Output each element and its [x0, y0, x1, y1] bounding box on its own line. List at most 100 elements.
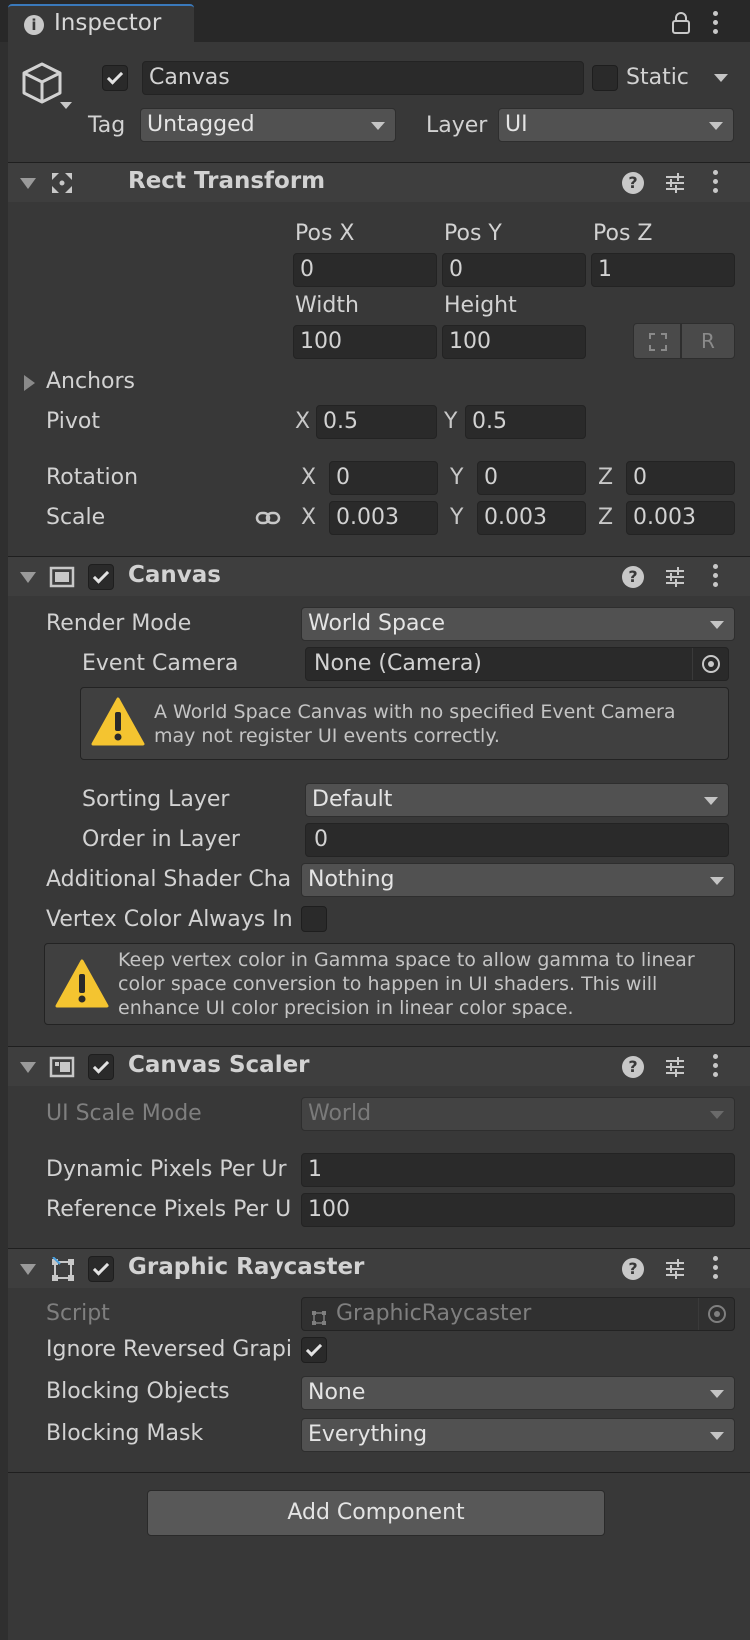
- posx-field[interactable]: 0: [293, 253, 437, 287]
- add-component-button[interactable]: Add Component: [147, 1490, 605, 1536]
- object-name-field[interactable]: Canvas: [142, 61, 584, 95]
- component-header-icons: ?: [622, 170, 732, 196]
- reference-pixels-field[interactable]: 100: [301, 1193, 735, 1227]
- pivot-x-field[interactable]: 0.5: [316, 405, 437, 439]
- canvas-scaler-enabled-toggle[interactable]: [88, 1054, 114, 1080]
- component-menu-icon[interactable]: [712, 1054, 718, 1080]
- presets-icon[interactable]: [664, 1056, 686, 1078]
- chevron-down-icon: [709, 122, 723, 130]
- warning-text-line2: may not register UI events correctly.: [154, 725, 500, 747]
- static-label: Static: [626, 65, 689, 90]
- canvas-title: Canvas: [128, 562, 221, 588]
- ignore-reversed-toggle[interactable]: [301, 1337, 327, 1363]
- chevron-down-icon: [710, 1432, 724, 1440]
- event-camera-field[interactable]: None (Camera): [305, 647, 729, 681]
- lock-icon[interactable]: [672, 12, 690, 34]
- graphic-raycaster-title: Graphic Raycaster: [128, 1254, 365, 1280]
- warning-text-line1: A World Space Canvas with no specified E…: [154, 701, 676, 723]
- warning-text-line2: color space conversion to happen in UI s…: [118, 973, 658, 995]
- gameobject-icon[interactable]: [20, 60, 76, 116]
- component-menu-icon[interactable]: [712, 170, 718, 196]
- scale-y-label: Y: [450, 505, 464, 530]
- inspector-tab[interactable]: i Inspector: [8, 4, 194, 42]
- height-label: Height: [444, 293, 517, 318]
- canvas-component-icon: [48, 566, 76, 588]
- graphic-raycaster-icon: [50, 1256, 76, 1283]
- canvas-scaler-icon: [48, 1056, 76, 1078]
- width-field[interactable]: 100: [293, 325, 437, 359]
- blocking-objects-label: Blocking Objects: [46, 1379, 230, 1404]
- order-in-layer-label: Order in Layer: [82, 827, 240, 852]
- tag-dropdown[interactable]: Untagged: [140, 108, 396, 142]
- static-dropdown-icon[interactable]: [714, 74, 728, 82]
- help-icon[interactable]: ?: [622, 566, 644, 588]
- pivot-x-label: X: [295, 409, 311, 434]
- blocking-mask-value: Everything: [308, 1422, 428, 1447]
- height-field[interactable]: 100: [442, 325, 586, 359]
- pivot-y-field[interactable]: 0.5: [465, 405, 586, 439]
- sorting-layer-dropdown[interactable]: Default: [305, 783, 729, 817]
- rot-z-field[interactable]: 0: [626, 461, 735, 495]
- reference-pixels-label: Reference Pixels Per U: [46, 1197, 292, 1222]
- graphic-raycaster-enabled-toggle[interactable]: [88, 1256, 114, 1282]
- rect-transform-icon: [50, 171, 74, 195]
- rot-x-field[interactable]: 0: [329, 461, 438, 495]
- posy-field[interactable]: 0: [442, 253, 586, 287]
- blueprint-mode-button[interactable]: [633, 323, 681, 359]
- collapse-icon[interactable]: [20, 178, 36, 189]
- dynamic-pixels-field[interactable]: 1: [301, 1153, 735, 1187]
- object-picker-icon: [698, 1298, 734, 1330]
- component-menu-icon[interactable]: [712, 1256, 718, 1282]
- rot-y-field[interactable]: 0: [477, 461, 586, 495]
- chevron-down-icon: [710, 1390, 724, 1398]
- scale-y-field[interactable]: 0.003: [477, 501, 586, 535]
- chevron-down-icon: [371, 122, 385, 130]
- layer-dropdown[interactable]: UI: [498, 108, 734, 142]
- object-picker-icon[interactable]: [692, 648, 728, 680]
- blocking-mask-dropdown[interactable]: Everything: [301, 1418, 735, 1452]
- rect-transform-header[interactable]: Rect Transform ?: [8, 162, 750, 202]
- presets-icon[interactable]: [664, 172, 686, 194]
- render-mode-dropdown[interactable]: World Space: [301, 607, 735, 641]
- graphic-raycaster-header[interactable]: Graphic Raycaster ?: [8, 1248, 750, 1288]
- pivot-label: Pivot: [46, 409, 101, 434]
- scale-z-field[interactable]: 0.003: [626, 501, 735, 535]
- help-icon[interactable]: ?: [622, 1258, 644, 1280]
- canvas-header[interactable]: Canvas ?: [8, 556, 750, 596]
- ui-scale-mode-label: UI Scale Mode: [46, 1101, 202, 1126]
- blocking-objects-value: None: [308, 1380, 366, 1405]
- additional-shader-dropdown[interactable]: Nothing: [301, 863, 735, 897]
- anchors-foldout-icon[interactable]: [24, 375, 35, 391]
- add-component-label: Add Component: [287, 1500, 465, 1525]
- help-icon[interactable]: ?: [622, 1056, 644, 1078]
- active-toggle[interactable]: [102, 65, 128, 91]
- canvas-enabled-toggle[interactable]: [88, 564, 114, 590]
- vertex-color-toggle[interactable]: [301, 906, 327, 932]
- rot-z-label: Z: [598, 465, 614, 490]
- anchors-label[interactable]: Anchors: [46, 367, 135, 397]
- help-icon[interactable]: ?: [622, 172, 644, 194]
- blocking-objects-dropdown[interactable]: None: [301, 1376, 735, 1410]
- scale-x-field[interactable]: 0.003: [329, 501, 438, 535]
- canvas-scaler-header[interactable]: Canvas Scaler ?: [8, 1046, 750, 1086]
- order-in-layer-field[interactable]: 0: [305, 823, 729, 857]
- presets-icon[interactable]: [664, 566, 686, 588]
- script-label: Script: [46, 1301, 110, 1326]
- layer-label: Layer: [426, 113, 488, 138]
- tab-title: Inspector: [54, 10, 162, 36]
- presets-icon[interactable]: [664, 1258, 686, 1280]
- link-icon[interactable]: [255, 508, 281, 526]
- footer-separator: [8, 1472, 750, 1473]
- collapse-icon[interactable]: [20, 572, 36, 583]
- rot-y-label: Y: [450, 465, 464, 490]
- collapse-icon[interactable]: [20, 1062, 36, 1073]
- ignore-reversed-label: Ignore Reversed Grapi: [46, 1337, 292, 1362]
- raw-edit-button[interactable]: R: [681, 323, 735, 359]
- static-toggle[interactable]: [592, 65, 618, 91]
- rect-transform-title: Rect Transform: [128, 168, 326, 194]
- tab-menu-icon[interactable]: [712, 11, 718, 37]
- component-menu-icon[interactable]: [712, 564, 718, 590]
- collapse-icon[interactable]: [20, 1264, 36, 1275]
- posz-field[interactable]: 1: [591, 253, 735, 287]
- posz-label: Pos Z: [593, 221, 653, 246]
